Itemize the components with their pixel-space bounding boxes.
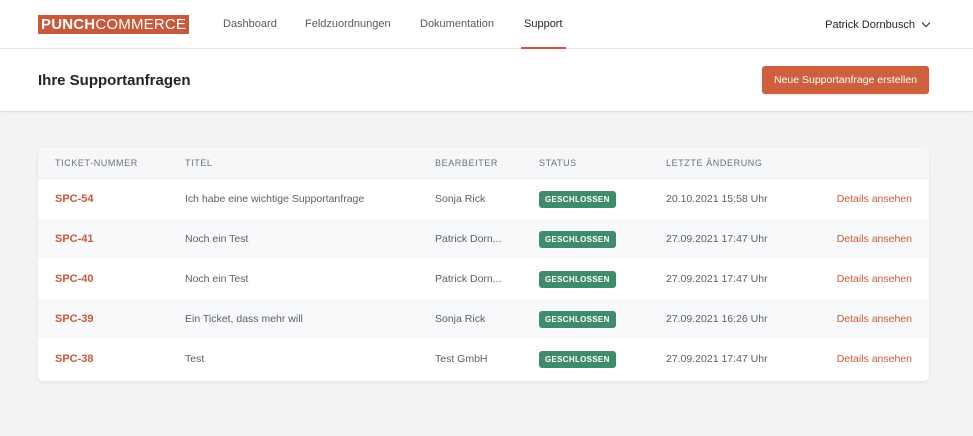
- column-header-title: Titel: [185, 158, 213, 168]
- details-link[interactable]: Details ansehen: [837, 299, 912, 339]
- ticket-last-changed: 27.09.2021 16:26 Uhr: [666, 313, 768, 325]
- ticket-assignee: Patrick Dorn...: [435, 233, 502, 245]
- table-header: Ticket-Nummer Titel Bearbeiter Status Le…: [38, 148, 929, 179]
- ticket-number[interactable]: SPC-38: [55, 339, 94, 379]
- table-row: SPC-38 Test Test GmbH GESCHLOSSEN 27.09.…: [38, 339, 929, 379]
- status-badge: GESCHLOSSEN: [539, 271, 616, 288]
- top-navigation: PUNCH COMMERCE Dashboard Feldzuordnungen …: [0, 0, 973, 49]
- ticket-number[interactable]: SPC-41: [55, 219, 94, 259]
- column-header-last-changed: Letzte Änderung: [666, 158, 763, 168]
- ticket-title: Ein Ticket, dass mehr will: [185, 313, 303, 325]
- table-row: SPC-40 Noch ein Test Patrick Dorn... GES…: [38, 259, 929, 299]
- logo-text-light: COMMERCE: [95, 16, 187, 33]
- ticket-last-changed: 20.10.2021 15:58 Uhr: [666, 193, 768, 205]
- ticket-assignee: Sonja Rick: [435, 313, 486, 325]
- ticket-number[interactable]: SPC-54: [55, 179, 94, 219]
- ticket-number[interactable]: SPC-40: [55, 259, 94, 299]
- create-support-request-button[interactable]: Neue Supportanfrage erstellen: [761, 66, 929, 94]
- table-row: SPC-39 Ein Ticket, dass mehr will Sonja …: [38, 299, 929, 339]
- ticket-title: Noch ein Test: [185, 273, 249, 285]
- ticket-title: Test: [185, 353, 205, 365]
- status-badge: GESCHLOSSEN: [539, 311, 616, 328]
- user-menu[interactable]: Patrick Dornbusch: [825, 0, 931, 49]
- ticket-title: Noch ein Test: [185, 233, 249, 245]
- ticket-number[interactable]: SPC-39: [55, 299, 94, 339]
- page-header: Ihre Supportanfragen Neue Supportanfrage…: [0, 49, 973, 112]
- ticket-last-changed: 27.09.2021 17:47 Uhr: [666, 353, 768, 365]
- ticket-assignee: Patrick Dorn...: [435, 273, 502, 285]
- table-row: SPC-54 Ich habe eine wichtige Supportanf…: [38, 179, 929, 219]
- nav-feldzuordnungen[interactable]: Feldzuordnungen: [305, 0, 391, 49]
- nav-dashboard[interactable]: Dashboard: [223, 0, 277, 49]
- column-header-status: Status: [539, 158, 577, 168]
- logo-text-bold: PUNCH: [41, 16, 96, 33]
- user-name: Patrick Dornbusch: [825, 18, 915, 31]
- status-badge: GESCHLOSSEN: [539, 191, 616, 208]
- table-row: SPC-41 Noch ein Test Patrick Dorn... GES…: [38, 219, 929, 259]
- nav-dokumentation[interactable]: Dokumentation: [420, 0, 494, 49]
- column-header-assignee: Bearbeiter: [435, 158, 499, 168]
- ticket-assignee: Sonja Rick: [435, 193, 486, 205]
- column-header-ticket-number: Ticket-Nummer: [55, 158, 138, 168]
- page-title: Ihre Supportanfragen: [38, 72, 191, 89]
- status-badge: GESCHLOSSEN: [539, 231, 616, 248]
- ticket-last-changed: 27.09.2021 17:47 Uhr: [666, 273, 768, 285]
- ticket-title: Ich habe eine wichtige Supportanfrage: [185, 193, 365, 205]
- details-link[interactable]: Details ansehen: [837, 259, 912, 299]
- details-link[interactable]: Details ansehen: [837, 219, 912, 259]
- details-link[interactable]: Details ansehen: [837, 179, 912, 219]
- status-badge: GESCHLOSSEN: [539, 351, 616, 368]
- ticket-last-changed: 27.09.2021 17:47 Uhr: [666, 233, 768, 245]
- nav-support[interactable]: Support: [521, 0, 566, 49]
- punchcommerce-logo[interactable]: PUNCH COMMERCE: [38, 15, 190, 34]
- chevron-down-icon: [921, 18, 931, 27]
- details-link[interactable]: Details ansehen: [837, 339, 912, 379]
- tickets-table: Ticket-Nummer Titel Bearbeiter Status Le…: [38, 148, 929, 381]
- ticket-assignee: Test GmbH: [435, 353, 488, 365]
